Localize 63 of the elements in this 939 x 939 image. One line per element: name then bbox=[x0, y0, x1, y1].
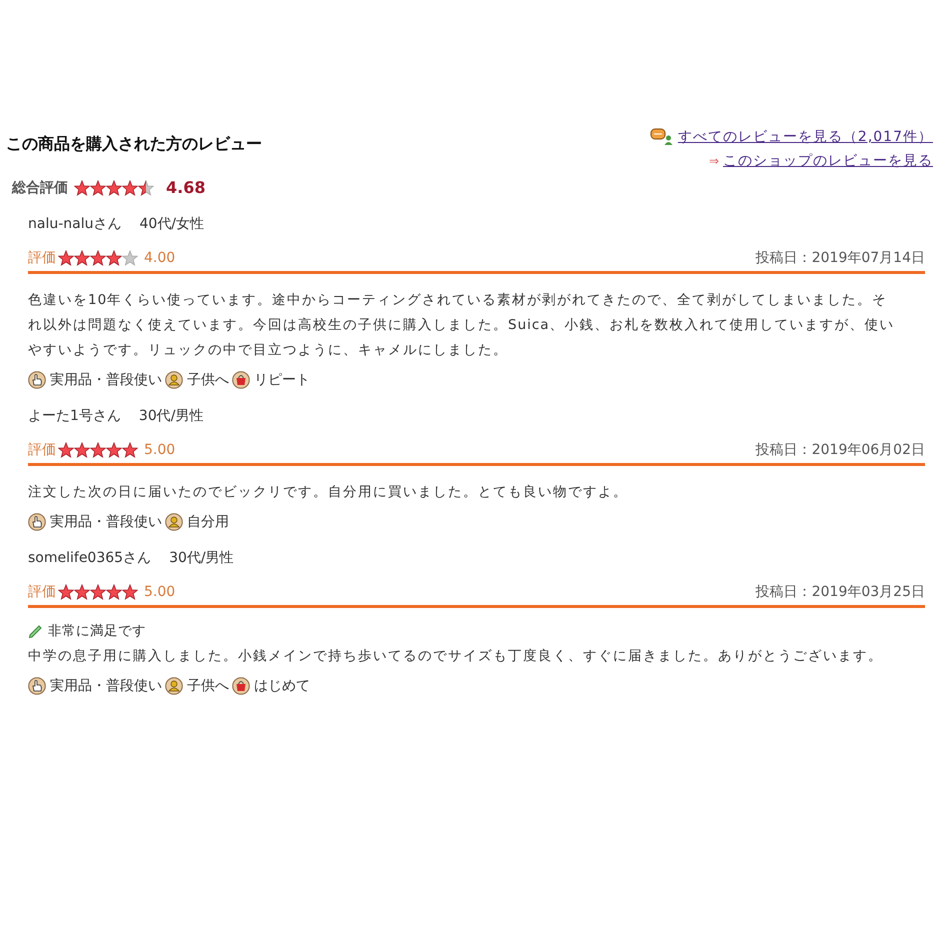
star-icon bbox=[58, 250, 74, 266]
star-icon bbox=[138, 180, 154, 196]
rating-score: 5.00 bbox=[144, 584, 176, 600]
pencil-icon bbox=[28, 623, 44, 639]
usage-tag: 実用品・普段使い bbox=[50, 371, 162, 389]
all-reviews-link[interactable]: すべてのレビューを見る（2,017件） bbox=[678, 128, 933, 146]
usage-tag: はじめて bbox=[254, 677, 310, 695]
review-text: 中学の息子用に購入しました。小銭メインで持ち歩いてるのでサイズも丁度良く、すぐに届きました。ありがとうございます。 bbox=[28, 647, 884, 666]
star-icon bbox=[106, 584, 122, 600]
section-title: この商品を購入された方のレビュー bbox=[6, 134, 262, 155]
review-text: 注文した次の日に届いたのでビックリです。自分用に買いました。とても良い物ですよ。 bbox=[28, 483, 629, 502]
star-icon bbox=[74, 180, 90, 196]
overall-score: 4.68 bbox=[166, 178, 206, 197]
star-icon bbox=[90, 180, 106, 196]
reviewer-demographic: 30代/男性 bbox=[138, 407, 204, 425]
star-icon bbox=[122, 180, 138, 196]
review-headline: 非常に満足です bbox=[48, 622, 146, 640]
rating-score: 5.00 bbox=[144, 442, 176, 458]
reviewer-name: よーた1号さん bbox=[28, 407, 121, 425]
star-icon bbox=[106, 180, 122, 196]
usage-tag: 子供へ bbox=[187, 371, 229, 389]
reviewer-name: somelife0365さん bbox=[28, 549, 152, 567]
star-icon bbox=[106, 250, 122, 266]
hand-icon bbox=[28, 677, 46, 695]
usage-tag: リピート bbox=[254, 371, 310, 389]
usage-tag: 子供へ bbox=[187, 677, 229, 695]
reviewer-demographic: 30代/男性 bbox=[169, 549, 234, 567]
star-icon bbox=[90, 442, 106, 458]
chat-person-icon bbox=[650, 128, 674, 146]
usage-tag: 実用品・普段使い bbox=[50, 513, 162, 531]
shop-reviews-link[interactable]: このショップのレビューを見る bbox=[723, 152, 933, 170]
person-icon bbox=[165, 677, 183, 695]
overall-label: 総合評価 bbox=[12, 178, 68, 196]
posted-date: 投稿日：2019年07月14日 bbox=[756, 249, 925, 267]
hand-icon bbox=[28, 371, 46, 389]
bag-icon bbox=[232, 371, 250, 389]
usage-tag: 自分用 bbox=[187, 513, 229, 531]
star-icon bbox=[74, 584, 90, 600]
rating-label: 評価 bbox=[28, 583, 56, 601]
star-icon bbox=[74, 442, 90, 458]
reviewer-name: nalu-naluさん bbox=[28, 215, 122, 233]
star-icon bbox=[90, 584, 106, 600]
star-icon bbox=[106, 442, 122, 458]
star-icon bbox=[74, 250, 90, 266]
star-icon bbox=[58, 442, 74, 458]
reviewer-demographic: 40代/女性 bbox=[139, 215, 204, 233]
star-icon bbox=[58, 584, 74, 600]
star-icon bbox=[122, 442, 138, 458]
arrow-icon: ⇒ bbox=[708, 154, 719, 168]
posted-date: 投稿日：2019年03月25日 bbox=[756, 583, 925, 601]
star-icon bbox=[90, 250, 106, 266]
posted-date: 投稿日：2019年06月02日 bbox=[756, 441, 925, 459]
star-icon bbox=[122, 250, 138, 266]
usage-tag: 実用品・普段使い bbox=[50, 677, 162, 695]
rating-label: 評価 bbox=[28, 249, 56, 267]
review-text: 色違いを10年くらい使っています。途中からコーティングされている素材が剥がれてきたので、全て剥がしてしまいました。それ以外は問題なく使えています。今回は高校生の子供に購入しました。Suica、小銭、お札を数枚入れて使用していますが、使いやすいようです。リュックの中で目立つように、キャメルにしました。 bbox=[28, 291, 896, 360]
person-icon bbox=[165, 513, 183, 531]
star-icon bbox=[122, 584, 138, 600]
rating-score: 4.00 bbox=[144, 250, 176, 266]
rating-label: 評価 bbox=[28, 441, 56, 459]
person-icon bbox=[165, 371, 183, 389]
hand-icon bbox=[28, 513, 46, 531]
bag-icon bbox=[232, 677, 250, 695]
